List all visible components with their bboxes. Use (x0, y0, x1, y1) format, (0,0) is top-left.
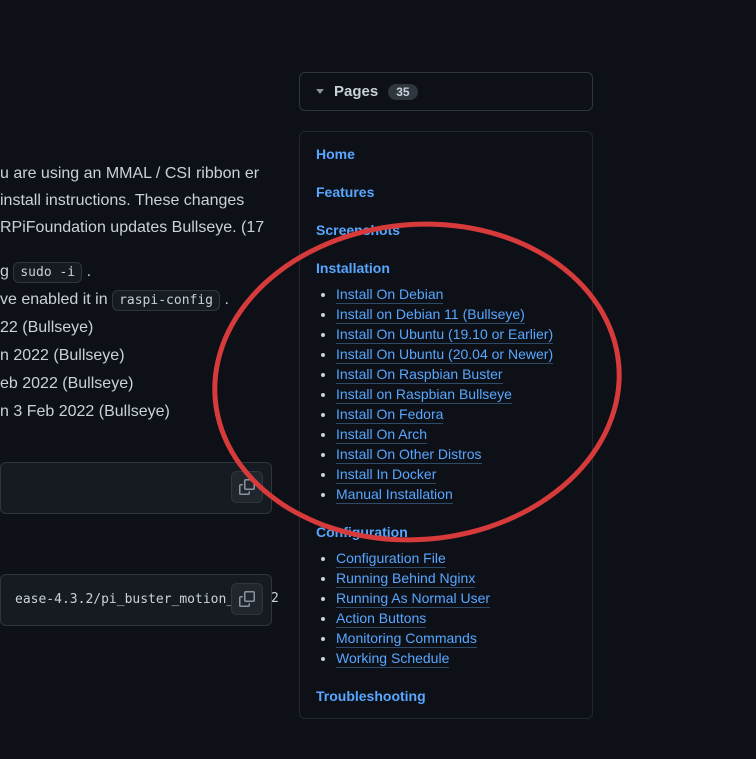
list-item: Manual Installation (336, 486, 576, 502)
list-item: Running As Normal User (336, 590, 576, 606)
list-item: eb 2022 (Bullseye) (0, 370, 272, 398)
code-block-1 (0, 462, 272, 514)
nav-home[interactable]: Home (316, 146, 576, 162)
nav-config-normal-user[interactable]: Running As Normal User (336, 590, 490, 608)
list-item: Install On Arch (336, 426, 576, 442)
pages-dropdown[interactable]: Pages 35 (299, 72, 593, 111)
list-item: Running Behind Nginx (336, 570, 576, 586)
main-article: u are using an MMAL / CSI ribbon er inst… (0, 160, 280, 626)
list-item: Install In Docker (336, 466, 576, 482)
copy-icon (239, 591, 255, 607)
list-item: Install on Raspbian Bullseye (336, 386, 576, 402)
nav-install-docker[interactable]: Install In Docker (336, 466, 436, 484)
nav-configuration[interactable]: Configuration (316, 524, 576, 540)
list-item: Configuration File (336, 550, 576, 566)
nav-install-other[interactable]: Install On Other Distros (336, 446, 482, 464)
list-item: Install on Debian 11 (Bullseye) (336, 306, 576, 322)
code-line-raspi: ve enabled it in raspi-config . (0, 286, 272, 314)
list-item: Monitoring Commands (336, 630, 576, 646)
nav-screenshots[interactable]: Screenshots (316, 222, 576, 238)
nav-install-raspbian-buster[interactable]: Install On Raspbian Buster (336, 366, 503, 384)
inline-code-sudo: sudo -i (13, 262, 82, 283)
list-item: Install On Fedora (336, 406, 576, 422)
pages-label: Pages (334, 83, 378, 100)
inline-code-raspi: raspi-config (112, 290, 220, 311)
list-item: Install On Raspbian Buster (336, 366, 576, 382)
copy-icon (239, 479, 255, 495)
copy-button[interactable] (231, 471, 263, 503)
nav-features[interactable]: Features (316, 184, 576, 200)
list-item: Action Buttons (336, 610, 576, 626)
list-item: Install On Other Distros (336, 446, 576, 462)
code-text: ease-4.3.2/pi_buster_motion_ (15, 592, 234, 607)
list-item: n 3 Feb 2022 (Bullseye) (0, 398, 272, 426)
installation-list: Install On Debian Install on Debian 11 (… (336, 286, 576, 502)
code-line-sudo: g sudo -i . (0, 258, 272, 286)
text-fragment: . (220, 291, 229, 308)
nav-install-fedora[interactable]: Install On Fedora (336, 406, 443, 424)
list-item: Install On Ubuntu (20.04 or Newer) (336, 346, 576, 362)
nav-install-manual[interactable]: Manual Installation (336, 486, 453, 504)
nav-install-ubuntu-new[interactable]: Install On Ubuntu (20.04 or Newer) (336, 346, 553, 364)
nav-install-arch[interactable]: Install On Arch (336, 426, 427, 444)
list-item: Working Schedule (336, 650, 576, 666)
copy-button[interactable] (231, 583, 263, 615)
nav-config-schedule[interactable]: Working Schedule (336, 650, 449, 668)
text-fragment: g (0, 263, 13, 280)
sidebar: Pages 35 Home Features Screenshots Insta… (299, 72, 593, 719)
code-block-2: ease-4.3.2/pi_buster_motion_ 2 (0, 574, 272, 626)
nav-config-action-buttons[interactable]: Action Buttons (336, 610, 426, 628)
paragraph-text: u are using an MMAL / CSI ribbon er inst… (0, 160, 272, 242)
nav-install-debian11[interactable]: Install on Debian 11 (Bullseye) (336, 306, 525, 324)
list-item: Install On Ubuntu (19.10 or Earlier) (336, 326, 576, 342)
nav-install-ubuntu-old[interactable]: Install On Ubuntu (19.10 or Earlier) (336, 326, 553, 344)
nav-install-debian[interactable]: Install On Debian (336, 286, 443, 304)
text-fragment: . (82, 263, 91, 280)
nav-config-file[interactable]: Configuration File (336, 550, 446, 568)
nav-troubleshooting[interactable]: Troubleshooting (316, 688, 576, 704)
nav-config-monitoring[interactable]: Monitoring Commands (336, 630, 477, 648)
nav-install-raspbian-bullseye[interactable]: Install on Raspbian Bullseye (336, 386, 512, 404)
code-text-tail: 2 (271, 591, 279, 606)
configuration-list: Configuration File Running Behind Nginx … (336, 550, 576, 666)
list-item: Install On Debian (336, 286, 576, 302)
nav-config-nginx[interactable]: Running Behind Nginx (336, 570, 475, 588)
chevron-down-icon (316, 89, 324, 94)
nav-installation[interactable]: Installation (316, 260, 576, 276)
pages-count-badge: 35 (388, 84, 417, 100)
list-item: n 2022 (Bullseye) (0, 342, 272, 370)
list-item: 22 (Bullseye) (0, 314, 272, 342)
sidebar-nav: Home Features Screenshots Installation I… (299, 131, 593, 719)
text-fragment: ve enabled it in (0, 291, 112, 308)
